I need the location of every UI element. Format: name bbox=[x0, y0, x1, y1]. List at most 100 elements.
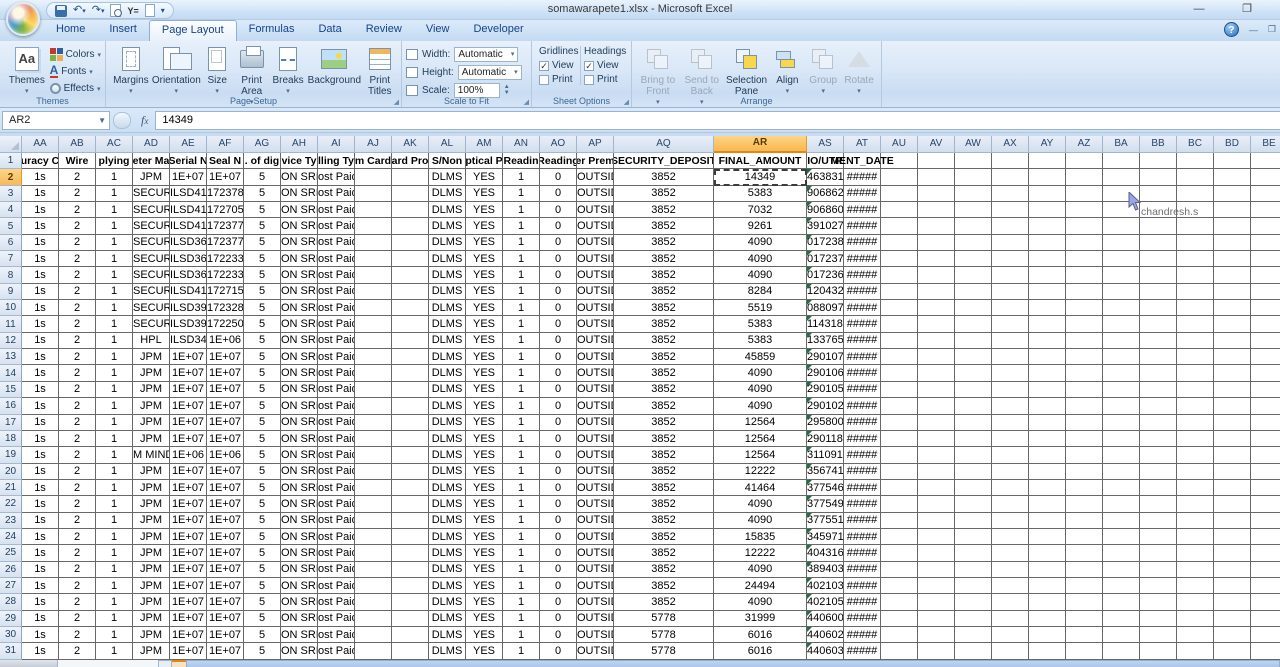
cell[interactable]: ost Paid bbox=[318, 202, 355, 218]
cell[interactable]: DLMS bbox=[429, 382, 466, 398]
cell[interactable] bbox=[1066, 235, 1103, 251]
cell[interactable] bbox=[355, 578, 392, 594]
cell[interactable] bbox=[1066, 186, 1103, 202]
cell[interactable] bbox=[1177, 169, 1214, 185]
cell[interactable]: DLMS bbox=[429, 480, 466, 496]
cell[interactable] bbox=[955, 562, 992, 578]
cell[interactable]: ON SRE bbox=[281, 251, 318, 267]
cell[interactable]: 1 bbox=[503, 594, 540, 610]
cell[interactable] bbox=[1029, 594, 1066, 610]
cell[interactable]: 1s bbox=[22, 643, 59, 659]
cell[interactable]: YES bbox=[466, 496, 503, 512]
cell[interactable] bbox=[1029, 267, 1066, 283]
cell[interactable] bbox=[1214, 529, 1251, 545]
cell[interactable] bbox=[955, 300, 992, 316]
cell[interactable]: ##### bbox=[844, 611, 881, 627]
cell[interactable]: 1s bbox=[22, 447, 59, 463]
cell[interactable] bbox=[1177, 562, 1214, 578]
cell[interactable] bbox=[918, 611, 955, 627]
cell[interactable] bbox=[392, 235, 429, 251]
cell[interactable] bbox=[1251, 251, 1280, 267]
cell[interactable]: M MIND bbox=[133, 447, 170, 463]
cell[interactable] bbox=[1140, 464, 1177, 480]
cell[interactable]: 1E+07 bbox=[170, 480, 207, 496]
cell[interactable]: ON SRE bbox=[281, 300, 318, 316]
cell[interactable]: 2 bbox=[59, 464, 96, 480]
print-preview-icon[interactable] bbox=[110, 4, 121, 17]
cell[interactable] bbox=[881, 251, 918, 267]
cell[interactable] bbox=[1029, 153, 1066, 169]
cell[interactable]: 0 bbox=[540, 578, 577, 594]
cell[interactable] bbox=[1029, 627, 1066, 643]
cell[interactable]: OUTSID bbox=[577, 415, 614, 431]
cell[interactable]: ##### bbox=[844, 415, 881, 431]
cell[interactable]: 1 bbox=[503, 545, 540, 561]
cell[interactable]: 1s bbox=[22, 611, 59, 627]
cell[interactable]: ILSD362 bbox=[170, 267, 207, 283]
cell[interactable] bbox=[955, 251, 992, 267]
insert-worksheet-tab[interactable] bbox=[172, 660, 186, 667]
cell[interactable]: . of dig bbox=[244, 153, 281, 169]
cell[interactable]: 1 bbox=[96, 333, 133, 349]
cell[interactable] bbox=[1214, 284, 1251, 300]
cell[interactable] bbox=[992, 496, 1029, 512]
cell[interactable] bbox=[955, 365, 992, 381]
cell[interactable] bbox=[918, 529, 955, 545]
cell[interactable] bbox=[1177, 431, 1214, 447]
cell[interactable] bbox=[1177, 627, 1214, 643]
cell[interactable]: 0 bbox=[540, 349, 577, 365]
cell[interactable]: 377551 bbox=[807, 513, 844, 529]
cell[interactable] bbox=[1214, 202, 1251, 218]
align-button[interactable]: Align ▾ bbox=[769, 44, 805, 97]
gridlines-view-checkbox[interactable]: ✓View bbox=[539, 60, 577, 71]
cell[interactable] bbox=[955, 169, 992, 185]
cell[interactable]: ost Paid bbox=[318, 578, 355, 594]
cell[interactable] bbox=[1029, 316, 1066, 332]
cell[interactable]: 0 bbox=[540, 513, 577, 529]
cell[interactable]: 0 bbox=[540, 480, 577, 496]
cell[interactable]: YES bbox=[466, 562, 503, 578]
insert-function-icon[interactable]: fx bbox=[134, 113, 155, 128]
cell[interactable] bbox=[1214, 562, 1251, 578]
cell[interactable] bbox=[1214, 153, 1251, 169]
cell[interactable]: 0 bbox=[540, 464, 577, 480]
cell[interactable] bbox=[1066, 545, 1103, 561]
cell[interactable]: 3852 bbox=[614, 496, 714, 512]
cell[interactable]: YES bbox=[466, 611, 503, 627]
cell[interactable]: ON SRE bbox=[281, 398, 318, 414]
cell[interactable]: Readin bbox=[503, 153, 540, 169]
cell[interactable]: 4090 bbox=[714, 365, 807, 381]
cell[interactable]: 12564 bbox=[714, 415, 807, 431]
cell[interactable]: 402105 bbox=[807, 594, 844, 610]
cell[interactable] bbox=[1066, 464, 1103, 480]
cell[interactable] bbox=[1251, 202, 1280, 218]
cell[interactable]: ost Paid bbox=[318, 316, 355, 332]
cell[interactable]: ON SRE bbox=[281, 382, 318, 398]
cell[interactable] bbox=[392, 349, 429, 365]
cell[interactable]: OUTSID bbox=[577, 480, 614, 496]
cell[interactable] bbox=[392, 202, 429, 218]
cell[interactable] bbox=[392, 382, 429, 398]
cell[interactable]: 1E+07 bbox=[170, 382, 207, 398]
cell[interactable]: YES bbox=[466, 513, 503, 529]
cell[interactable]: 377546 bbox=[807, 480, 844, 496]
cell[interactable]: 5 bbox=[244, 382, 281, 398]
cell[interactable]: ##### bbox=[844, 480, 881, 496]
cell[interactable] bbox=[992, 464, 1029, 480]
cell[interactable]: 295800 bbox=[807, 415, 844, 431]
cell[interactable]: JPM bbox=[133, 529, 170, 545]
cell[interactable] bbox=[1251, 235, 1280, 251]
cell[interactable]: 1s bbox=[22, 496, 59, 512]
cell[interactable] bbox=[1214, 316, 1251, 332]
cell[interactable]: OUTSID bbox=[577, 349, 614, 365]
cell[interactable]: 172328 bbox=[207, 300, 244, 316]
cell[interactable] bbox=[955, 545, 992, 561]
cell[interactable] bbox=[992, 333, 1029, 349]
cell[interactable]: 1 bbox=[503, 398, 540, 414]
cell[interactable] bbox=[881, 218, 918, 234]
cell[interactable]: 1s bbox=[22, 251, 59, 267]
cell[interactable] bbox=[392, 186, 429, 202]
cell[interactable] bbox=[918, 316, 955, 332]
cell[interactable] bbox=[1214, 333, 1251, 349]
cell[interactable] bbox=[1103, 529, 1140, 545]
